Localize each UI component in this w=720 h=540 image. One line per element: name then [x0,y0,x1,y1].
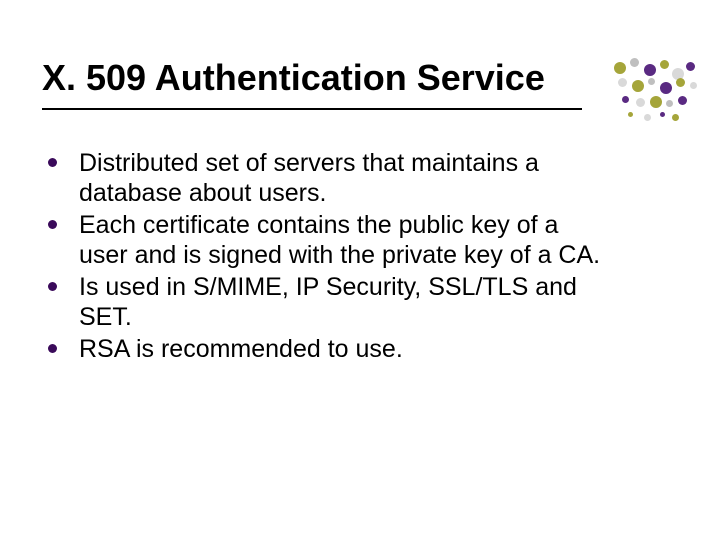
slide-title: X. 509 Authentication Service [42,58,582,98]
list-item: Each certificate contains the public key… [48,210,608,270]
bullet-text: RSA is recommended to use. [79,334,403,364]
bullet-text: Each certificate contains the public key… [79,210,608,270]
bullet-text: Is used in S/MIME, IP Security, SSL/TLS … [79,272,608,332]
bullet-icon [48,282,57,291]
list-item: Distributed set of servers that maintain… [48,148,608,208]
list-item: Is used in S/MIME, IP Security, SSL/TLS … [48,272,608,332]
decorative-dots [614,58,698,128]
bullet-text: Distributed set of servers that maintain… [79,148,608,208]
title-block: X. 509 Authentication Service [42,58,582,118]
list-item: RSA is recommended to use. [48,334,608,364]
bullet-icon [48,158,57,167]
bullet-icon [48,220,57,229]
bullet-list: Distributed set of servers that maintain… [48,148,608,366]
slide: X. 509 Authentication Service Distribute… [0,0,720,540]
bullet-icon [48,344,57,353]
title-underline [42,108,582,110]
